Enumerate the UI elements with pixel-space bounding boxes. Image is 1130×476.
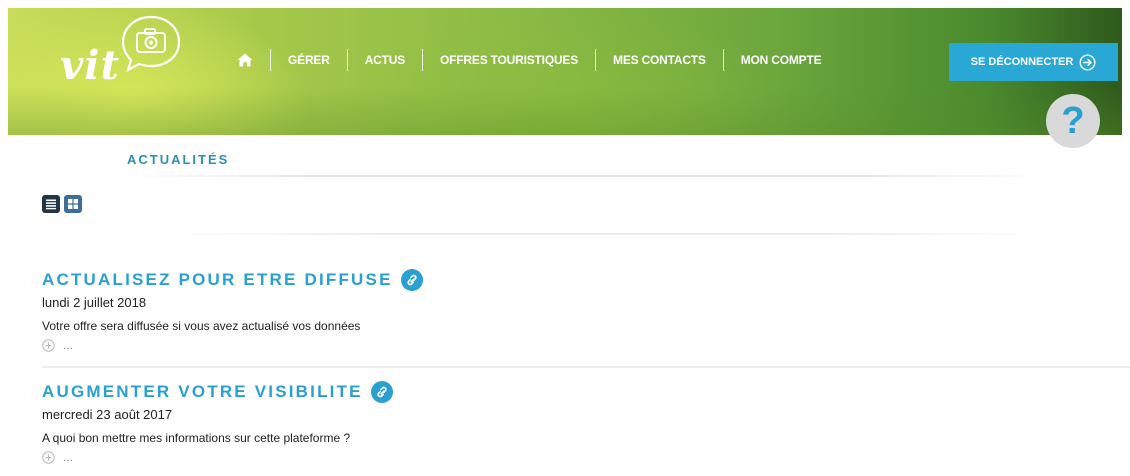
news-description: A quoi bon mettre mes informations sur c…: [42, 431, 351, 445]
camera-bubble-icon: [121, 15, 181, 72]
news-title-text[interactable]: ACTUALISEZ POUR ETRE DIFFUSE: [42, 270, 393, 290]
news-item: AUGMENTER VOTRE VISIBILITE mercredi 23 a…: [42, 380, 1130, 472]
news-date: mercredi 23 août 2017: [42, 407, 173, 422]
main-nav: GÉRER ACTUS OFFRES TOURISTIQUES MES CONT…: [220, 48, 838, 72]
nav-offres-touristiques[interactable]: OFFRES TOURISTIQUES: [423, 49, 595, 71]
logout-button[interactable]: SE DÉCONNECTER: [949, 43, 1118, 81]
news-title[interactable]: ACTUALISEZ POUR ETRE DIFFUSE: [42, 268, 1130, 292]
news-title-text[interactable]: AUGMENTER VOTRE VISIBILITE: [42, 382, 363, 402]
more-ellipsis[interactable]: ...: [63, 339, 73, 351]
link-icon[interactable]: [400, 269, 423, 291]
page: vit GÉRER ACTUS OFFRES TOURISTIQUES MES …: [0, 0, 1130, 476]
nav-mes-contacts[interactable]: MES CONTACTS: [596, 49, 723, 71]
content-divider: [170, 233, 1040, 235]
logo-text: vit: [60, 42, 120, 89]
title-divider: [128, 175, 1043, 177]
news-date: lundi 2 juillet 2018: [42, 295, 147, 310]
more-ellipsis[interactable]: ...: [63, 451, 73, 463]
news-more[interactable]: ...: [42, 337, 1130, 353]
grid-view-icon: [68, 199, 78, 209]
news-more[interactable]: ...: [42, 449, 1130, 465]
logout-label: SE DÉCONNECTER: [970, 56, 1074, 68]
header-banner: vit GÉRER ACTUS OFFRES TOURISTIQUES MES …: [8, 8, 1122, 135]
chain-link-glyph: [407, 274, 417, 286]
plus-circle-icon[interactable]: [42, 338, 55, 352]
plus-circle-icon[interactable]: [42, 450, 55, 464]
chain-link-glyph: [377, 386, 387, 398]
nav-gerer[interactable]: GÉRER: [271, 49, 347, 71]
link-icon[interactable]: [370, 381, 393, 403]
view-toggle: [42, 195, 82, 213]
list-view-button[interactable]: [42, 195, 60, 213]
vit-logo[interactable]: vit: [50, 12, 200, 92]
page-title: ACTUALITÉS: [127, 152, 230, 167]
nav-home[interactable]: [220, 49, 270, 71]
arrow-right-circle-icon: [1079, 53, 1096, 71]
news-item: ACTUALISEZ POUR ETRE DIFFUSE lundi 2 jui…: [42, 268, 1130, 364]
home-icon: [237, 53, 253, 67]
grid-view-button[interactable]: [64, 195, 82, 213]
nav-mon-compte[interactable]: MON COMPTE: [724, 49, 839, 71]
news-description: Votre offre sera diffusée si vous avez a…: [42, 319, 361, 333]
news-title[interactable]: AUGMENTER VOTRE VISIBILITE: [42, 380, 1130, 404]
help-button[interactable]: ?: [1046, 94, 1100, 148]
nav-actus[interactable]: ACTUS: [348, 49, 422, 71]
news-separator: [42, 366, 1130, 368]
list-view-icon: [46, 199, 56, 210]
